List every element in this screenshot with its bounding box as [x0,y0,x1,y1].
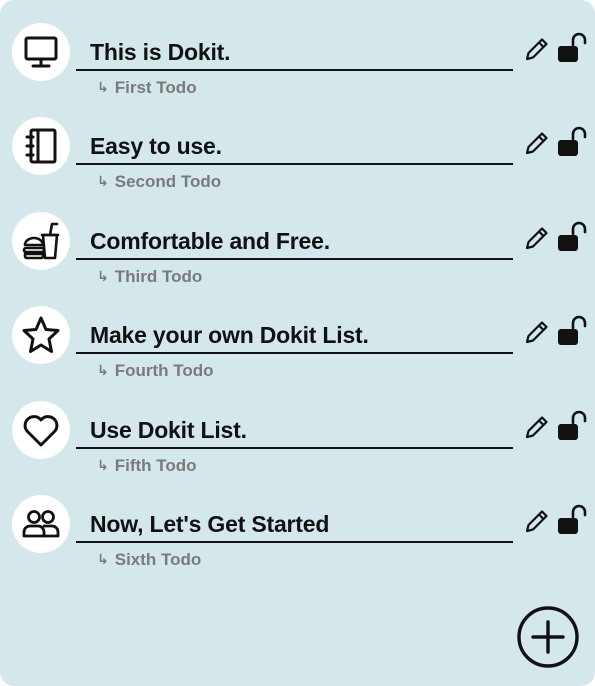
subtask-arrow-icon: ↳ [97,268,109,284]
todo-title-underline [76,352,513,354]
todo-title: Use Dokit List. [90,417,247,443]
todo-title: This is Dokit. [90,39,231,65]
unlock-icon[interactable] [556,126,588,158]
todo-title-underline [76,447,513,449]
todo-icon-circle [12,401,70,459]
users-icon [22,510,60,538]
subtask-arrow-icon: ↳ [97,551,109,567]
todo-item[interactable]: Use Dokit List. ↳ Fifth Todo [0,401,595,495]
todo-title-underline [76,541,513,543]
todo-subtitle-text: Fourth Todo [114,361,214,380]
todo-subtitle: ↳ Second Todo [97,172,221,192]
todo-subtitle-text: First Todo [114,78,197,97]
todo-item[interactable]: Make your own Dokit List. ↳ Fourth Todo [0,306,595,400]
unlock-icon[interactable] [556,221,588,253]
todo-subtitle-text: Fifth Todo [114,456,197,475]
todo-title-underline [76,163,513,165]
monitor-icon [24,36,58,68]
notebook-icon [25,128,57,164]
todo-title: Comfortable and Free. [90,228,330,254]
todo-title: Make your own Dokit List. [90,322,369,348]
subtask-arrow-icon: ↳ [97,457,109,473]
unlock-icon[interactable] [556,315,588,347]
pencil-icon[interactable] [524,130,550,156]
todo-title-underline [76,69,513,71]
todo-panel: This is Dokit. ↳ First Todo Easy to use. … [0,0,595,686]
todo-subtitle-text: Third Todo [114,267,203,286]
todo-icon-circle [12,495,70,553]
heart-icon [23,415,59,447]
pencil-icon[interactable] [524,36,550,62]
subtask-arrow-icon: ↳ [97,173,109,189]
todo-item[interactable]: Easy to use. ↳ Second Todo [0,117,595,211]
todo-subtitle-text: Second Todo [114,172,222,191]
todo-subtitle: ↳ Third Todo [97,267,202,287]
todo-icon-circle [12,117,70,175]
todo-subtitle: ↳ Fifth Todo [97,456,197,476]
todo-item[interactable]: Comfortable and Free. ↳ Third Todo [0,212,595,306]
pencil-icon[interactable] [524,508,550,534]
todo-title: Easy to use. [90,133,222,159]
todo-icon-circle [12,306,70,364]
unlock-icon[interactable] [556,410,588,442]
star-icon [22,316,60,353]
unlock-icon[interactable] [556,32,588,64]
pencil-icon[interactable] [524,319,550,345]
todo-item[interactable]: This is Dokit. ↳ First Todo [0,23,595,117]
pencil-icon[interactable] [524,225,550,251]
todo-subtitle: ↳ Fourth Todo [97,361,214,381]
todo-icon-circle [12,212,70,270]
pencil-icon[interactable] [524,414,550,440]
todo-item[interactable]: Now, Let's Get Started ↳ Sixth Todo [0,495,595,589]
todo-title: Now, Let's Get Started [90,511,330,537]
todo-subtitle-text: Sixth Todo [114,550,202,569]
todo-title-underline [76,258,513,260]
todo-subtitle: ↳ First Todo [97,78,197,98]
todo-subtitle: ↳ Sixth Todo [97,550,201,570]
unlock-icon[interactable] [556,504,588,536]
subtask-arrow-icon: ↳ [97,362,109,378]
plus-circle-icon[interactable] [516,605,580,669]
subtask-arrow-icon: ↳ [97,79,109,95]
todo-icon-circle [12,23,70,81]
fast-food-icon [22,222,60,260]
